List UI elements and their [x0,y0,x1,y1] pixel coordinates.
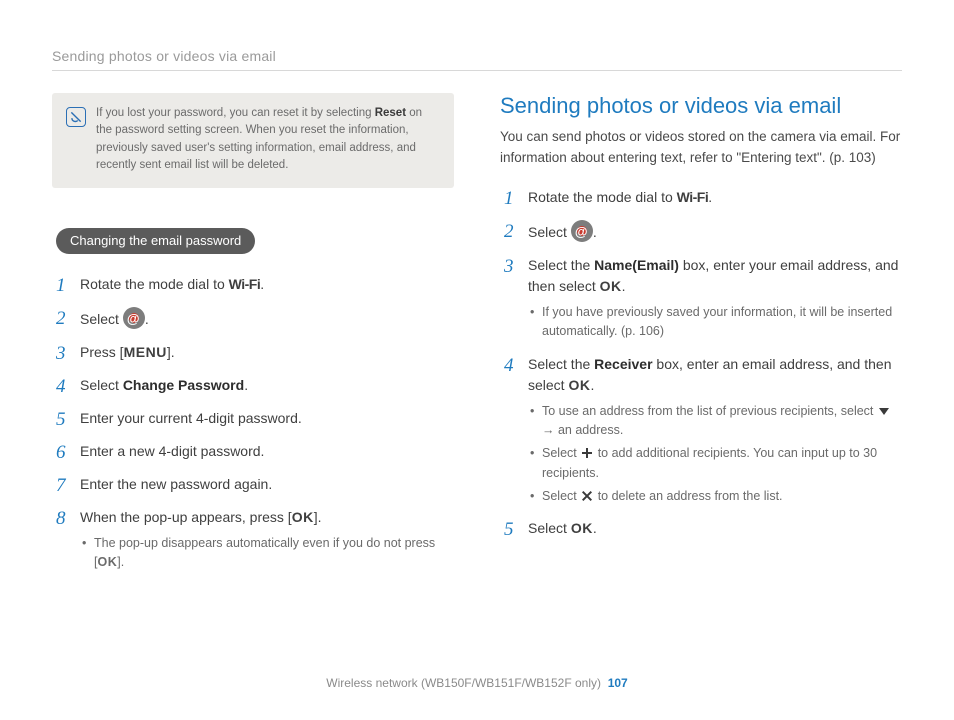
step-text: Select the [528,257,594,273]
step-bold: Receiver [594,356,652,372]
email-icon [571,220,593,242]
note-bold: Reset [375,107,406,119]
ok-icon: OK [97,555,117,569]
step-3-sub: If you have previously saved your inform… [528,303,902,342]
step-text: . [622,278,626,294]
x-icon [580,489,594,503]
step-text: Select [80,377,123,393]
sub-text: Select [542,446,580,460]
sub-item: Select to delete an address from the lis… [528,487,902,506]
step-text: Rotate the mode dial to [80,276,229,292]
ok-icon: OK [571,520,593,536]
right-column: Sending photos or videos via email You c… [500,93,902,585]
page-number: 107 [608,676,628,690]
left-column: If you lost your password, you can reset… [52,93,454,585]
sub-item: If you have previously saved your inform… [528,303,902,342]
step-8-sub: The pop-up disappears automatically even… [80,534,454,573]
step-text: Rotate the mode dial to [528,189,677,205]
menu-label: MENU [124,344,167,360]
section-pill: Changing the email password [56,228,255,254]
sub-text: → an address. [542,423,623,437]
ok-icon: OK [568,377,590,393]
left-steps: Rotate the mode dial to Wi-Fi. Select . … [52,274,454,573]
step-text: When the pop-up appears, press [ [80,509,292,525]
step-text: . [244,377,248,393]
step-4: Select Change Password. [52,375,454,396]
step-3: Select the Name(Email) box, enter your e… [500,255,902,342]
step-text: . [593,520,597,536]
email-icon [123,307,145,329]
step-text: ]. [167,344,175,360]
step-3: Press [MENU]. [52,342,454,363]
step-text: Select the [528,356,594,372]
sub-text: The pop-up disappears automatically even… [94,536,435,569]
sub-text: Select [542,489,580,503]
step-4: Select the Receiver box, enter an email … [500,354,902,507]
page-footer: Wireless network (WB150F/WB151F/WB152F o… [0,676,954,690]
sub-text: To use an address from the list of previ… [542,404,877,418]
step-1: Rotate the mode dial to Wi-Fi. [52,274,454,295]
note-part: If you lost your password, you can reset… [96,107,375,119]
note-text: If you lost your password, you can reset… [96,105,440,174]
section-intro: You can send photos or videos stored on … [500,127,902,169]
step-text: . [145,311,149,327]
step-text: Select [528,224,571,240]
step-text: ]. [314,509,322,525]
sub-item: The pop-up disappears automatically even… [80,534,454,573]
sub-text: to delete an address from the list. [594,489,782,503]
info-note: If you lost your password, you can reset… [52,93,454,188]
section-title: Sending photos or videos via email [500,93,902,119]
footer-text: Wireless network (WB150F/WB151F/WB152F o… [326,676,601,690]
ok-icon: OK [600,278,622,294]
sub-item: To use an address from the list of previ… [528,402,902,441]
step-7: Enter the new password again. [52,474,454,495]
step-bold: Change Password [123,377,244,393]
down-triangle-icon [877,404,891,418]
right-steps: Rotate the mode dial to Wi-Fi. Select . … [500,187,902,540]
plus-icon [580,446,594,460]
step-text: Select [528,520,571,536]
step-text: Select [80,311,123,327]
page-header: Sending photos or videos via email [52,48,902,71]
step-bold: Name(Email) [594,257,679,273]
step-1: Rotate the mode dial to Wi-Fi. [500,187,902,208]
step-text: . [593,224,597,240]
step-5: Enter your current 4-digit password. [52,408,454,429]
step-text: . [590,377,594,393]
wifi-icon: Wi-Fi [229,276,261,292]
step-2: Select . [52,307,454,330]
sub-text: ]. [117,555,124,569]
step-6: Enter a new 4-digit password. [52,441,454,462]
wifi-icon: Wi-Fi [677,189,709,205]
note-icon [66,107,86,127]
step-text: Press [ [80,344,124,360]
step-2: Select . [500,220,902,243]
step-4-sub: To use an address from the list of previ… [528,402,902,507]
sub-item: Select to add additional recipients. You… [528,444,902,483]
step-text: . [708,189,712,205]
ok-icon: OK [292,509,314,525]
step-5: Select OK. [500,518,902,539]
step-8: When the pop-up appears, press [OK]. The… [52,507,454,573]
step-text: . [260,276,264,292]
content-columns: If you lost your password, you can reset… [52,93,902,585]
